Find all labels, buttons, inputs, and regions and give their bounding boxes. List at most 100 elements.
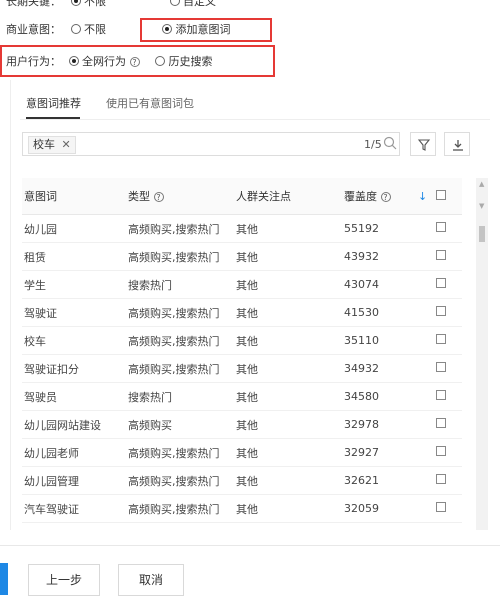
row-checkbox[interactable] [436,298,462,327]
table-scrollbar[interactable]: ▲ ▼ [476,178,488,530]
cell-intent-word: 幼儿园老师 [22,438,128,467]
sort-arrow-icon[interactable]: ↓ [418,178,436,215]
radio-duration-custom[interactable]: 自定义 [169,0,216,8]
scroll-down-arrow-icon[interactable]: ▼ [479,202,484,210]
radio-intent-add-words[interactable]: 添加意图词 [162,22,231,38]
cell-intent-word: 驾驶证扣分 [22,354,128,383]
checkbox-icon [436,474,446,484]
radio-behavior-all[interactable]: 全网行为 ? [68,55,140,68]
row-checkbox[interactable] [436,354,462,383]
checkbox-icon [436,250,446,260]
radio-intent-unlimited[interactable]: 不限 [70,23,106,36]
checkbox-icon [436,362,446,372]
primary-button-edge[interactable] [0,563,8,595]
filter-label-behavior: 用户行为： [6,55,61,68]
row-checkbox[interactable] [436,410,462,439]
cell-intent-word: 驾驶证 [22,298,128,327]
col-intent-word: 意图词 [22,178,128,215]
cell-type: 搜索热门 [128,270,236,299]
tab-intent-recommend[interactable]: 意图词推荐 [26,96,81,112]
scroll-up-arrow-icon[interactable]: ▲ [479,180,484,188]
help-icon[interactable]: ? [129,57,140,67]
cell-crowd-focus: 其他 [236,326,344,355]
row-checkbox[interactable] [436,326,462,355]
cell-crowd-focus: 其他 [236,410,344,439]
tag-remove-icon[interactable]: ✕ [62,138,71,151]
cancel-button[interactable]: 取消 [118,564,184,596]
radio-behavior-history[interactable]: 历史搜索 [155,55,213,68]
table-row: 租赁 高频购买,搜索热门 其他 43932 [22,242,462,271]
cell-crowd-focus: 其他 [236,270,344,299]
cell-crowd-focus: 其他 [236,354,344,383]
cell-spacer [418,326,436,355]
table-row: 幼儿园 高频购买,搜索热门 其他 55192 [22,214,462,243]
download-button[interactable] [444,132,470,156]
radio-duration-unlimited[interactable]: 不限 [70,0,106,8]
cell-crowd-focus: 其他 [236,214,344,243]
cell-coverage: 34932 [344,354,418,383]
checkbox-icon [436,418,446,428]
cell-intent-word: 幼儿园网站建设 [22,410,128,439]
filter-button[interactable] [410,132,436,156]
cell-intent-word: 幼儿园幼儿园 [22,522,128,530]
cell-coverage: 32621 [344,466,418,495]
row-checkbox[interactable] [436,382,462,411]
cell-coverage: 35110 [344,326,418,355]
keyword-tag-input[interactable]: 校车 ✕ 1/5 [22,132,400,156]
radio-icon [162,24,172,34]
cell-coverage: 41530 [344,298,418,327]
cell-coverage: 31193 [344,522,418,530]
filter-icon [417,139,431,151]
cell-coverage: 43932 [344,242,418,271]
cell-type: 高频购买,搜索热门 [128,326,236,355]
help-icon[interactable]: ? [153,192,164,202]
col-coverage: 覆盖度 ? [344,178,418,215]
cell-spacer [418,242,436,271]
search-icon[interactable] [383,136,397,150]
tab-existing-package[interactable]: 使用已有意图词包 [106,96,194,112]
cell-coverage: 43074 [344,270,418,299]
cell-crowd-focus: 其他 [236,242,344,271]
row-checkbox[interactable] [436,522,462,530]
row-checkbox[interactable] [436,494,462,523]
checkbox-icon [436,334,446,344]
cell-coverage: 55192 [344,214,418,243]
table-row: 幼儿园网站建设 高频购买 其他 32978 [22,410,462,439]
table-row: 校车 高频购买,搜索热门 其他 35110 [22,326,462,355]
row-checkbox[interactable] [436,270,462,299]
cell-spacer [418,354,436,383]
select-all-checkbox[interactable] [436,178,462,215]
filter-label-intent: 商业意图： [6,23,61,36]
cell-spacer [418,270,436,299]
panel-border [10,80,11,530]
checkbox-icon [436,390,446,400]
table-row: 驾驶证 高频购买,搜索热门 其他 41530 [22,298,462,327]
cell-spacer [418,522,436,530]
cell-type: 高频购买,搜索热门 [128,242,236,271]
cell-crowd-focus: 其他 [236,382,344,411]
download-icon [453,140,463,151]
prev-step-button[interactable]: 上一步 [28,564,100,596]
help-icon[interactable]: ? [380,192,391,202]
cell-type: 高频购买,搜索热门 [128,354,236,383]
row-checkbox[interactable] [436,242,462,271]
row-checkbox[interactable] [436,466,462,495]
row-checkbox[interactable] [436,214,462,243]
cell-crowd-focus: 其他 [236,466,344,495]
filter-row-behavior: 用户行为： 全网行为 ? 历史搜索 [6,54,213,70]
row-checkbox[interactable] [436,438,462,467]
col-crowd-focus: 人群关注点 [236,178,344,215]
table-row: 汽车驾驶证 高频购买,搜索热门 其他 32059 [22,494,462,523]
checkbox-icon [436,189,446,200]
cell-type: 高频购买 [128,410,236,439]
checkbox-icon [436,502,446,512]
cell-type: 高频购买,搜索热门 [128,522,236,530]
checkbox-icon [436,278,446,288]
checkbox-icon [436,446,446,456]
radio-icon [169,0,180,6]
table-row: 驾驶员 搜索热门 其他 34580 [22,382,462,411]
checkbox-icon [436,222,446,232]
cell-intent-word: 校车 [22,326,128,355]
cell-type: 高频购买,搜索热门 [128,494,236,523]
scrollbar-thumb[interactable] [479,226,485,242]
